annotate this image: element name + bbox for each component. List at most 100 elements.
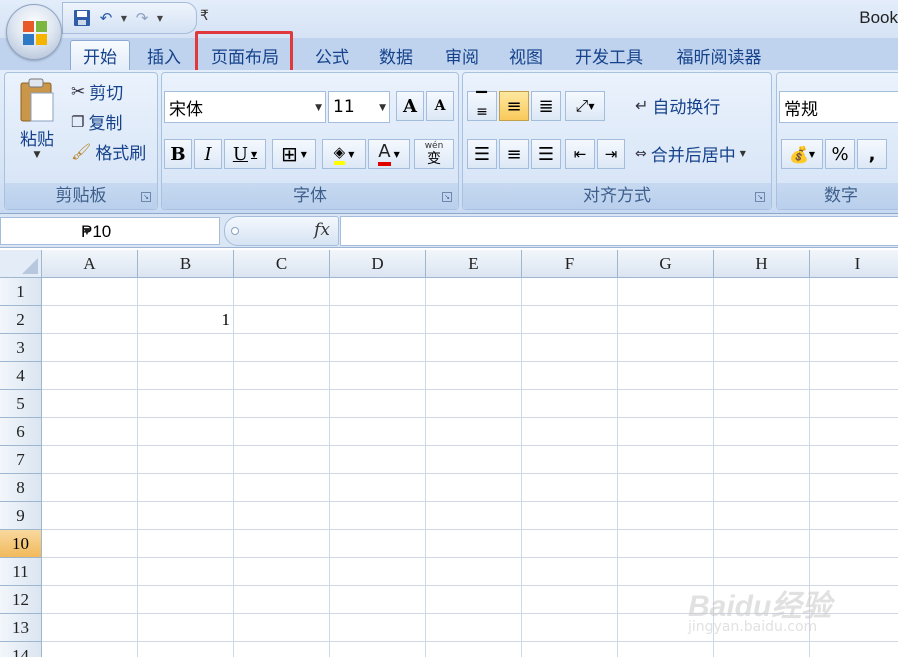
wrap-text-button[interactable]: ↵ 自动换行 bbox=[635, 93, 720, 118]
row-header-11[interactable]: 11 bbox=[0, 558, 42, 586]
tab-view[interactable]: 视图 bbox=[498, 40, 554, 70]
row-header-10[interactable]: 10 bbox=[0, 530, 42, 558]
phonetic-pinyin: wén bbox=[424, 140, 444, 151]
tab-developer[interactable]: 开发工具 bbox=[564, 40, 654, 70]
paste-label: 粘贴 bbox=[20, 130, 54, 150]
align-right-button[interactable]: ☰ bbox=[531, 139, 561, 169]
shrink-font-button[interactable]: A bbox=[426, 91, 454, 121]
font-launcher-icon[interactable]: ↘ bbox=[442, 192, 452, 202]
borders-dropdown-icon[interactable]: ▼ bbox=[301, 150, 307, 159]
formula-input[interactable] bbox=[340, 216, 898, 246]
align-right-icon: ☰ bbox=[537, 143, 555, 165]
title-bar: ↶ ▼ ↷ ▼ ₹ Book bbox=[0, 0, 898, 38]
row-header-5[interactable]: 5 bbox=[0, 390, 42, 418]
row-header-14[interactable]: 14 bbox=[0, 642, 42, 657]
column-header-g[interactable]: G bbox=[618, 250, 714, 278]
row-header-1[interactable]: 1 bbox=[0, 278, 42, 306]
fill-color-button[interactable]: ◈ ▼ bbox=[322, 139, 366, 169]
row-header-7[interactable]: 7 bbox=[0, 446, 42, 474]
column-header-d[interactable]: D bbox=[330, 250, 426, 278]
align-center-button[interactable]: ≡ bbox=[499, 139, 529, 169]
column-header-f[interactable]: F bbox=[522, 250, 618, 278]
format-painter-button[interactable]: 🖌 格式刷 bbox=[71, 139, 146, 164]
italic-button[interactable]: I bbox=[194, 139, 222, 169]
align-left-button[interactable]: ☰ bbox=[467, 139, 497, 169]
font-family-dropdown-icon[interactable]: ▼ bbox=[315, 103, 322, 113]
font-size-dropdown-icon[interactable]: ▼ bbox=[379, 103, 386, 113]
clipboard-launcher-icon[interactable]: ↘ bbox=[141, 192, 151, 202]
paste-button[interactable]: 粘贴 ▼ bbox=[11, 77, 63, 160]
redo-dropdown-icon[interactable]: ▼ bbox=[155, 14, 165, 23]
row-header-4[interactable]: 4 bbox=[0, 362, 42, 390]
row-header-12[interactable]: 12 bbox=[0, 586, 42, 614]
cut-button[interactable]: ✂ 剪切 bbox=[71, 79, 124, 105]
wrap-text-icon: ↵ bbox=[635, 96, 649, 115]
merge-center-dropdown-icon[interactable]: ▼ bbox=[740, 149, 746, 158]
name-box-dropdown-icon[interactable]: ▼ bbox=[81, 224, 213, 238]
column-header-h[interactable]: H bbox=[714, 250, 810, 278]
cut-label: 剪切 bbox=[89, 84, 124, 104]
column-header-c[interactable]: C bbox=[234, 250, 330, 278]
accounting-format-button[interactable]: 💰 ▼ bbox=[781, 139, 823, 169]
paste-dropdown-icon[interactable]: ▼ bbox=[34, 150, 41, 160]
column-header-b[interactable]: B bbox=[138, 250, 234, 278]
font-size-combo[interactable]: 11 ▼ bbox=[328, 91, 390, 123]
tab-data[interactable]: 数据 bbox=[368, 40, 424, 70]
highlight-annotation bbox=[195, 31, 293, 75]
tab-home[interactable]: 开始 bbox=[70, 40, 130, 70]
merge-center-button[interactable]: ⇔ 合并后居中 ▼ bbox=[635, 141, 746, 167]
row-header-9[interactable]: 9 bbox=[0, 502, 42, 530]
formula-bar-resize-handle[interactable] bbox=[231, 227, 239, 235]
name-box[interactable]: P10 ▼ bbox=[0, 217, 220, 245]
row-header-6[interactable]: 6 bbox=[0, 418, 42, 446]
undo-icon[interactable]: ↶ bbox=[95, 7, 117, 29]
alignment-launcher-icon[interactable]: ↘ bbox=[755, 192, 765, 202]
grow-font-button[interactable]: A bbox=[396, 91, 424, 121]
orientation-button[interactable]: ⤢ ▼ bbox=[565, 91, 605, 121]
font-color-dropdown-icon[interactable]: ▼ bbox=[394, 150, 400, 159]
phonetic-guide-button[interactable]: wén 变 bbox=[414, 139, 454, 169]
bold-button[interactable]: B bbox=[164, 139, 192, 169]
align-bottom-button[interactable]: ≣ bbox=[531, 91, 561, 121]
column-header-e[interactable]: E bbox=[426, 250, 522, 278]
row-header-2[interactable]: 2 bbox=[0, 306, 42, 334]
row-header-3[interactable]: 3 bbox=[0, 334, 42, 362]
underline-dropdown-icon[interactable]: ▼ bbox=[251, 150, 257, 159]
undo-dropdown-icon[interactable]: ▼ bbox=[119, 14, 129, 23]
copy-button[interactable]: ❐ 复制 bbox=[71, 109, 122, 135]
align-bottom-icon: ≣ bbox=[538, 95, 554, 117]
column-header-i[interactable]: I bbox=[810, 250, 898, 278]
row-header-13[interactable]: 13 bbox=[0, 614, 42, 642]
increase-indent-button[interactable]: ⇥ bbox=[597, 139, 625, 169]
font-family-combo[interactable]: 宋体 ▼ bbox=[164, 91, 326, 123]
comma-style-button[interactable]: , bbox=[857, 139, 887, 169]
insert-function-icon[interactable]: fx bbox=[314, 220, 330, 240]
save-icon[interactable] bbox=[71, 7, 93, 29]
decrease-indent-button[interactable]: ⇤ bbox=[565, 139, 595, 169]
borders-button[interactable]: ⊞ ▼ bbox=[272, 139, 316, 169]
font-color-button[interactable]: A ▼ bbox=[368, 139, 410, 169]
customize-qat-button[interactable]: ₹ bbox=[200, 8, 209, 24]
align-top-button[interactable]: ▔ ≡ bbox=[467, 91, 497, 121]
tab-review[interactable]: 审阅 bbox=[434, 40, 490, 70]
redo-icon[interactable]: ↷ bbox=[131, 7, 153, 29]
percent-style-button[interactable]: % bbox=[825, 139, 855, 169]
cell-b2[interactable]: 1 bbox=[138, 306, 234, 334]
fill-color-dropdown-icon[interactable]: ▼ bbox=[348, 150, 354, 159]
tab-formulas[interactable]: 公式 bbox=[304, 40, 360, 70]
select-all-button[interactable] bbox=[0, 250, 42, 278]
align-middle-icon: ≡ bbox=[506, 95, 522, 117]
column-header-a[interactable]: A bbox=[42, 250, 138, 278]
tab-insert[interactable]: 插入 bbox=[136, 40, 192, 70]
orientation-dropdown-icon[interactable]: ▼ bbox=[588, 102, 594, 111]
align-middle-button[interactable]: ≡ bbox=[499, 91, 529, 121]
office-button[interactable] bbox=[6, 4, 62, 60]
grid-row-line bbox=[42, 529, 898, 530]
brush-icon: 🖌 bbox=[71, 142, 92, 161]
underline-button[interactable]: U ▼ bbox=[224, 139, 266, 169]
tab-foxit-reader[interactable]: 福昕阅读器 bbox=[664, 40, 774, 70]
row-header-8[interactable]: 8 bbox=[0, 474, 42, 502]
office-logo-icon bbox=[23, 21, 47, 45]
accounting-dropdown-icon[interactable]: ▼ bbox=[809, 150, 815, 159]
number-format-combo[interactable]: 常规 bbox=[779, 91, 898, 123]
